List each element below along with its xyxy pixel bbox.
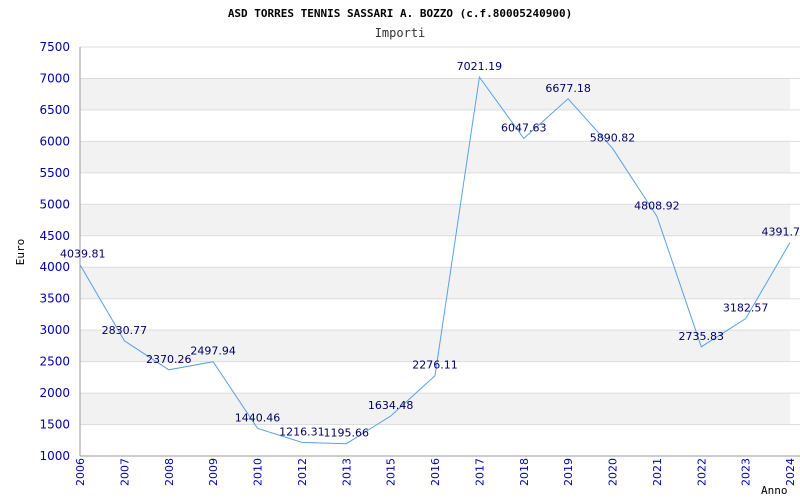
grid-band [80,47,790,79]
grid-band [80,393,790,425]
y-tick-label: 5000 [39,197,70,211]
y-tick-label: 4500 [39,229,70,243]
chart-title: ASD TORRES TENNIS SASSARI A. BOZZO (c.f.… [228,7,572,20]
grid-band [80,109,790,142]
data-label: 5890.82 [590,131,636,144]
x-tick-label: 2009 [207,458,220,486]
x-tick-label: 2024 [784,458,797,486]
y-tick-label: 3500 [39,292,70,306]
x-tick-label: 2017 [473,458,486,486]
x-tick-label: 2023 [740,458,753,486]
x-tick-label: 2012 [296,458,309,486]
data-label: 4808.92 [634,199,680,212]
y-axis-label: Euro [14,239,27,266]
data-label: 2735.83 [679,330,725,343]
grid-band [80,141,790,173]
y-tick-label: 5500 [39,166,70,180]
y-tick-label: 1500 [39,418,70,432]
x-tick-label: 2006 [74,458,87,486]
data-label: 1216.31 [279,425,325,438]
x-tick-label: 2016 [429,458,442,486]
grid-band [80,204,790,236]
chart-subtitle: Importi [375,26,426,40]
data-label: 6047.63 [501,121,547,134]
grid-band [80,172,790,205]
y-tick-label: 1000 [39,449,70,463]
data-label: 1634.48 [368,399,414,412]
data-label: 2276.11 [412,359,458,372]
data-label: 4391.7 [762,226,800,239]
x-tick-label: 2007 [118,458,131,486]
y-tick-label: 4000 [39,260,70,274]
data-label: 2830.77 [102,324,148,337]
x-tick-label: 2013 [340,458,353,486]
data-label: 4039.81 [60,248,106,261]
x-tick-label: 2020 [607,458,620,486]
y-tick-label: 6500 [39,103,70,117]
x-tick-label: 2008 [163,458,176,486]
y-tick-label: 6000 [39,134,70,148]
grid-bands [79,46,800,457]
x-tick-label: 2018 [518,458,531,486]
y-tick-label: 2000 [39,386,70,400]
x-tick-label: 2010 [252,458,265,486]
data-label: 1440.46 [235,411,281,424]
y-tick-label: 2500 [39,355,70,369]
y-tick-label: 3000 [39,323,70,337]
data-label: 7021.19 [457,60,503,73]
grid-band [80,298,790,331]
line-chart: ASD TORRES TENNIS SASSARI A. BOZZO (c.f.… [14,7,800,497]
x-tick-label: 2019 [562,458,575,486]
data-label: 2497.94 [190,345,236,358]
grid-band [80,235,790,268]
x-tick-label: 2022 [695,458,708,486]
x-tick-label: 2021 [651,458,664,486]
grid-band [80,78,790,110]
data-label: 1195.66 [324,427,370,440]
data-label: 6677.18 [545,82,591,95]
x-tick-label: 2015 [385,458,398,486]
grid-band [80,424,790,456]
y-tick-label: 7500 [39,40,70,54]
data-label: 3182.57 [723,302,769,315]
y-tick-label: 7000 [39,71,70,85]
data-label: 2370.26 [146,353,192,366]
x-axis-label: Anno [761,484,788,497]
x-axis-ticks: 2006 2007 2008 2009 2010 2012 2013 2015 2016 2017… [74,458,797,486]
